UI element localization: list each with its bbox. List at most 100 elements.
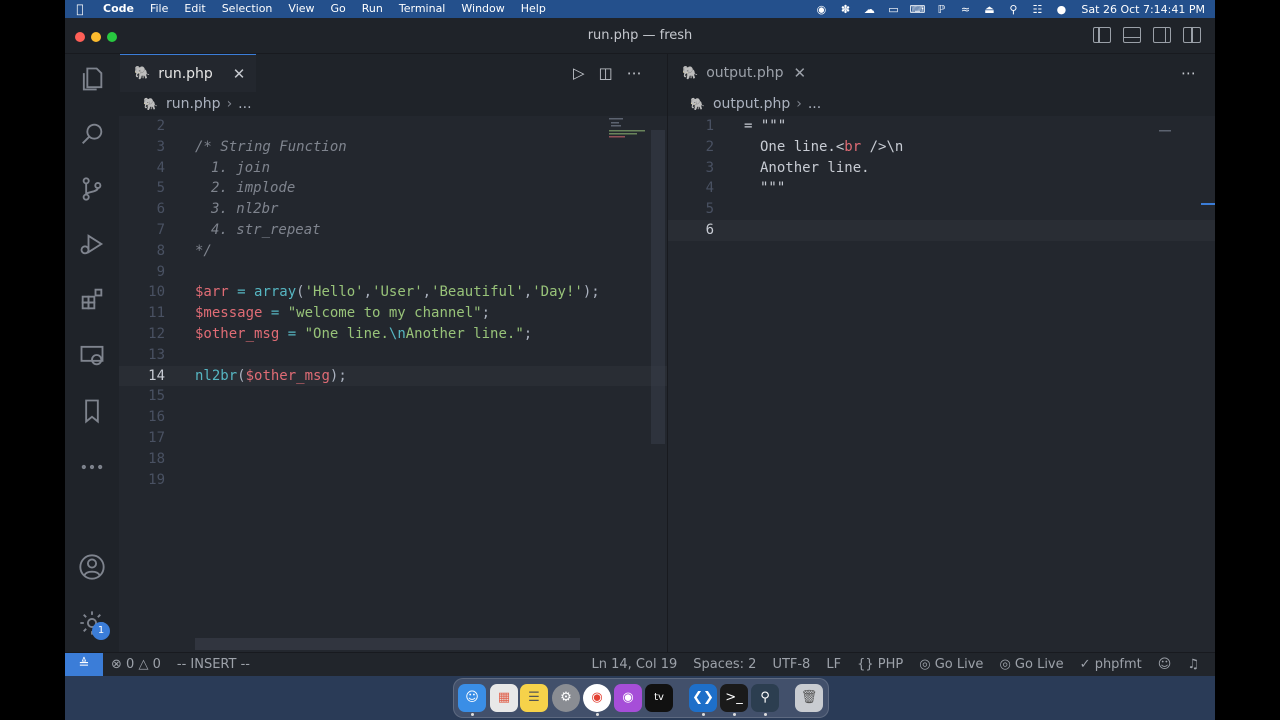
menu-view[interactable]: View: [280, 0, 322, 18]
menu-selection[interactable]: Selection: [214, 0, 281, 18]
go-live-button-1[interactable]: ◎ Go Live: [911, 657, 991, 672]
cloud-icon[interactable]: ☁: [857, 3, 881, 16]
vscode-icon[interactable]: ❮❯: [689, 684, 717, 712]
search-icon[interactable]: [77, 119, 107, 149]
code-line[interactable]: 5 2. implode: [119, 178, 667, 199]
left-minimap[interactable]: [609, 118, 649, 140]
code-line[interactable]: 3 /* String Function: [119, 137, 667, 158]
menu-file[interactable]: File: [142, 0, 176, 18]
code-line[interactable]: 15: [119, 386, 667, 407]
system-settings-icon[interactable]: ⚙: [552, 684, 580, 712]
siri-icon[interactable]: ●: [1049, 3, 1073, 16]
end-of-line[interactable]: LF: [818, 657, 849, 672]
podcasts-icon[interactable]: ◉: [614, 684, 642, 712]
bookmarks-icon[interactable]: [77, 396, 107, 426]
menu-terminal[interactable]: Terminal: [391, 0, 454, 18]
right-minimap[interactable]: [1159, 118, 1173, 132]
run-file-icon[interactable]: ▷: [573, 64, 585, 82]
feedback-icon[interactable]: ☺: [1150, 657, 1180, 672]
apple-tv-icon[interactable]: tv: [645, 684, 673, 712]
toggle-primary-sidebar-icon[interactable]: [1093, 27, 1111, 43]
breadcrumb-file[interactable]: run.php: [166, 96, 221, 112]
code-line[interactable]: 16: [119, 407, 667, 428]
close-icon[interactable]: ✕: [233, 65, 246, 83]
menu-edit[interactable]: Edit: [176, 0, 213, 18]
wifi-icon[interactable]: ≈: [953, 3, 977, 16]
tab-output-php[interactable]: 🐘 output.php ✕: [668, 54, 812, 92]
bluetooth-icon[interactable]: ℙ: [929, 3, 953, 16]
code-line[interactable]: 4 1. join: [119, 158, 667, 179]
left-code-editor[interactable]: 2 3 /* String Function 4 1. join 5 2. implode 6…: [119, 116, 667, 652]
source-control-icon[interactable]: [77, 174, 107, 204]
battery-icon[interactable]: ▭: [881, 3, 905, 16]
record-icon[interactable]: ◉: [809, 3, 833, 16]
control-center-icon[interactable]: ☷: [1025, 3, 1049, 16]
keyboard-icon[interactable]: ⌨: [905, 3, 929, 16]
right-code-editor[interactable]: 1 = """ 2 One line.<br />\n 3 Another line. 4 "…: [668, 116, 1215, 652]
finder-icon[interactable]: ☺: [458, 684, 486, 712]
close-icon[interactable]: ✕: [793, 64, 806, 82]
accounts-icon[interactable]: [77, 552, 107, 582]
code-line[interactable]: 6 3. nl2br: [119, 199, 667, 220]
customize-layout-icon[interactable]: [1183, 27, 1201, 43]
trash-icon[interactable]: 🗑: [795, 684, 823, 712]
go-live-button-2[interactable]: ◎ Go Live: [991, 657, 1071, 672]
extensions-icon[interactable]: [77, 284, 107, 314]
apple-icon[interactable]: : [65, 2, 95, 16]
code-line[interactable]: 2 One line.<br />\n: [668, 137, 1215, 158]
phpfmt-button[interactable]: ✓ phpfmt: [1072, 657, 1150, 672]
code-line[interactable]: 5: [668, 199, 1215, 220]
quicktime-icon[interactable]: ⚲: [751, 684, 779, 712]
more-actions-icon[interactable]: ⋯: [1181, 64, 1196, 82]
run-debug-icon[interactable]: [77, 229, 107, 259]
eject-icon[interactable]: ⏏: [977, 3, 1001, 16]
code-line[interactable]: 18: [119, 449, 667, 470]
menu-window[interactable]: Window: [453, 0, 512, 18]
scribble-icon[interactable]: ✽: [833, 3, 857, 16]
menu-go[interactable]: Go: [323, 0, 354, 18]
language-mode[interactable]: {} PHP: [849, 657, 911, 672]
code-line[interactable]: 8 */: [119, 241, 667, 262]
code-line[interactable]: 7 4. str_repeat: [119, 220, 667, 241]
left-vertical-scrollbar[interactable]: [651, 130, 665, 444]
code-line[interactable]: 14 nl2br($other_msg);: [119, 366, 667, 387]
code-line[interactable]: 19: [119, 470, 667, 491]
notes-icon[interactable]: ☰: [520, 684, 548, 712]
breadcrumb-file[interactable]: output.php: [713, 96, 790, 112]
right-scroll-indicator[interactable]: [1201, 203, 1215, 205]
breadcrumb-symbols[interactable]: ...: [238, 96, 251, 112]
cursor-position[interactable]: Ln 14, Col 19: [584, 657, 686, 672]
menu-help[interactable]: Help: [513, 0, 554, 18]
left-horizontal-scrollbar[interactable]: [195, 638, 580, 650]
indentation[interactable]: Spaces: 2: [685, 657, 764, 672]
breadcrumb-symbols[interactable]: ...: [808, 96, 821, 112]
more-actions-icon[interactable]: ⋯: [627, 64, 642, 82]
toggle-secondary-sidebar-icon[interactable]: [1153, 27, 1171, 43]
encoding[interactable]: UTF-8: [764, 657, 818, 672]
launchpad-icon[interactable]: ▦: [490, 684, 518, 712]
terminal-icon[interactable]: >_: [720, 684, 748, 712]
tab-run-php[interactable]: 🐘 run.php ✕: [120, 54, 256, 92]
remote-explorer-icon[interactable]: [77, 340, 107, 370]
spotlight-search-icon[interactable]: ⚲: [1001, 3, 1025, 16]
code-line[interactable]: 6: [668, 220, 1215, 241]
notifications-bell-icon[interactable]: ♫: [1179, 657, 1207, 672]
code-line[interactable]: 3 Another line.: [668, 158, 1215, 179]
menu-app-name[interactable]: Code: [95, 0, 142, 18]
code-line[interactable]: 12 $other_msg = "One line.\nAnother line.…: [119, 324, 667, 345]
menu-run[interactable]: Run: [354, 0, 391, 18]
toggle-panel-icon[interactable]: [1123, 27, 1141, 43]
explorer-icon[interactable]: [77, 64, 107, 94]
code-line[interactable]: 4 """: [668, 178, 1215, 199]
code-line[interactable]: 1 = """: [668, 116, 1215, 137]
more-views-icon[interactable]: [77, 452, 107, 482]
code-line[interactable]: 10 $arr = array('Hello','User','Beautiful…: [119, 282, 667, 303]
code-line[interactable]: 13: [119, 345, 667, 366]
chrome-icon[interactable]: ◉: [583, 684, 611, 712]
code-line[interactable]: 2: [119, 116, 667, 137]
code-line[interactable]: 11 $message = "welcome to my channel";: [119, 303, 667, 324]
problems-indicator[interactable]: ⊗ 0 △ 0: [103, 657, 169, 672]
split-editor-icon[interactable]: ◫: [599, 64, 613, 82]
menu-clock[interactable]: Sat 26 Oct 7:14:41 PM: [1073, 3, 1205, 16]
code-line[interactable]: 9: [119, 262, 667, 283]
